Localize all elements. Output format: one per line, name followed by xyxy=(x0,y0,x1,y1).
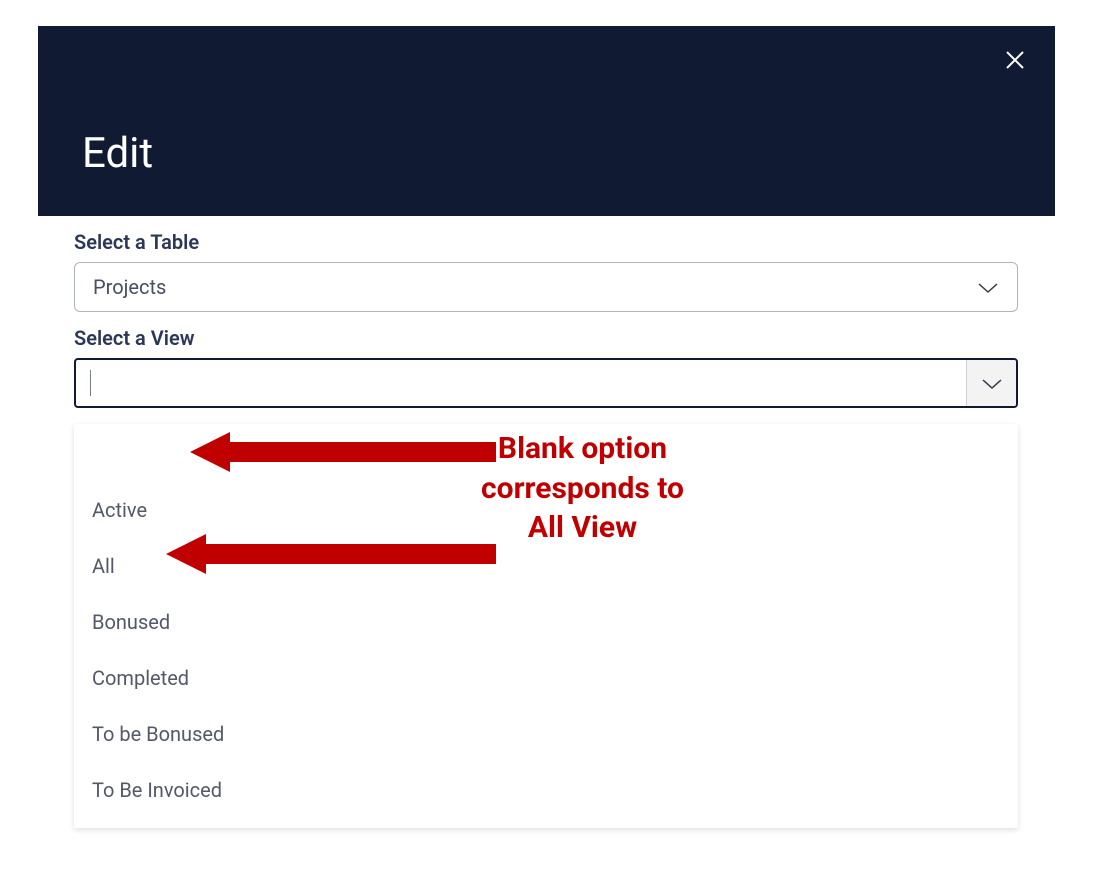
modal-title: Edit xyxy=(82,129,153,178)
table-field-label: Select a Table xyxy=(74,230,1018,254)
dropdown-option-bonused[interactable]: Bonused xyxy=(74,594,1018,650)
dropdown-option-all[interactable]: All xyxy=(74,538,1018,594)
chevron-down-icon xyxy=(977,280,999,294)
close-icon[interactable] xyxy=(1001,46,1029,74)
view-dropdown-panel: Active All Bonused Completed To be Bonus… xyxy=(74,424,1018,828)
dropdown-option-tobebonused[interactable]: To be Bonused xyxy=(74,706,1018,762)
view-select-trigger[interactable] xyxy=(966,360,1016,406)
modal-header: Edit xyxy=(38,26,1055,216)
dropdown-option-blank[interactable] xyxy=(74,430,1018,482)
dropdown-option-active[interactable]: Active xyxy=(74,482,1018,538)
form-area: Select a Table Projects Select a View xyxy=(74,230,1018,408)
table-select[interactable]: Projects xyxy=(74,262,1018,312)
view-select-input[interactable] xyxy=(76,370,966,396)
view-field-label: Select a View xyxy=(74,326,1018,350)
table-select-value: Projects xyxy=(93,275,166,299)
view-select[interactable] xyxy=(74,358,1018,408)
view-field-group: Select a View xyxy=(74,326,1018,408)
dropdown-option-tobeinvoiced[interactable]: To Be Invoiced xyxy=(74,762,1018,818)
text-cursor xyxy=(90,370,91,396)
chevron-down-icon xyxy=(981,376,1003,390)
dropdown-option-completed[interactable]: Completed xyxy=(74,650,1018,706)
